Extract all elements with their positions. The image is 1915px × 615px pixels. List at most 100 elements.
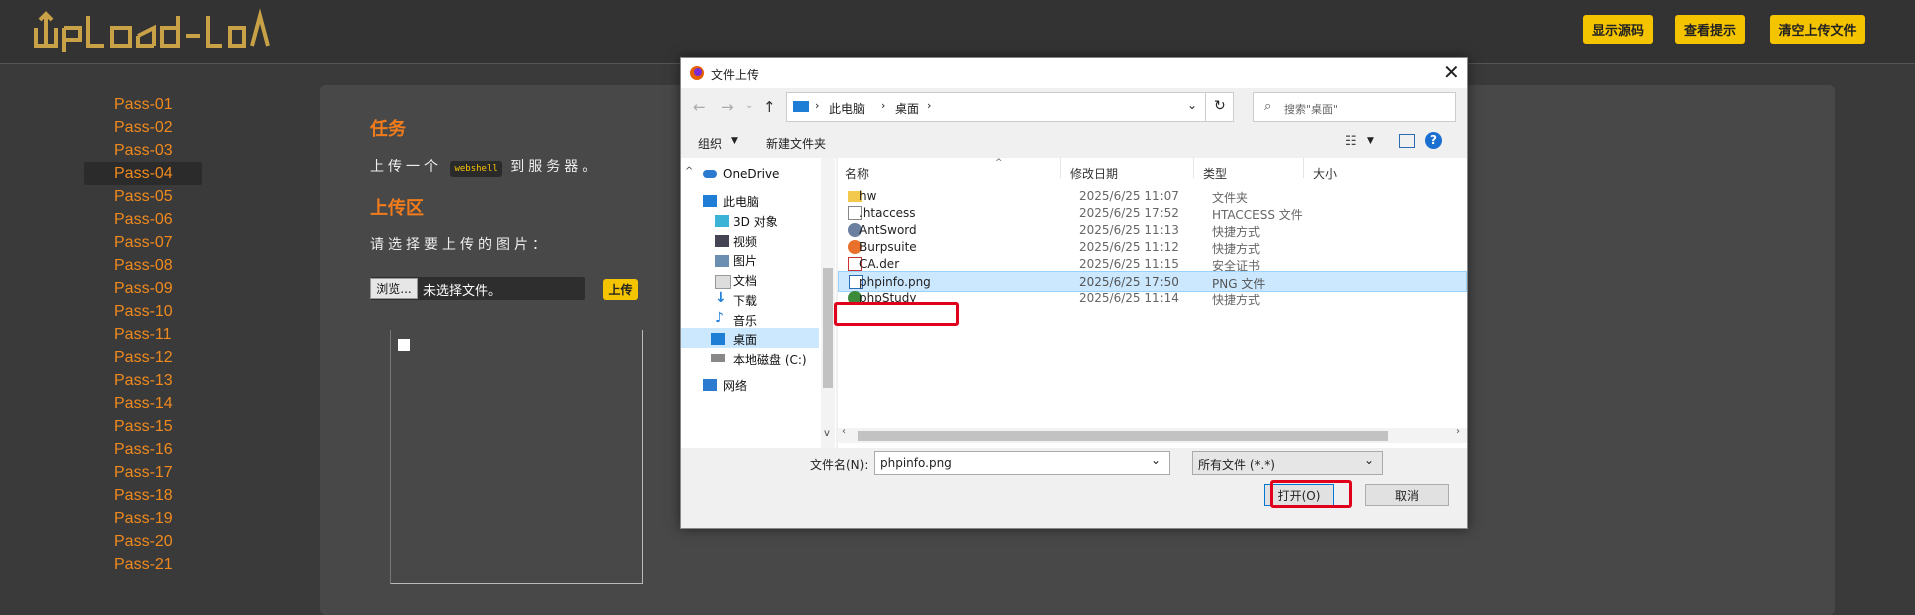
nav-scrollbar-thumb[interactable]: [823, 268, 833, 388]
column-size[interactable]: 大小: [1313, 165, 1337, 182]
sidebar-item-pass-01[interactable]: Pass-01: [84, 93, 202, 116]
view-dropdown-icon[interactable]: ▼: [1367, 136, 1374, 146]
chevron-down-icon[interactable]: ⌄: [1151, 453, 1161, 467]
sidebar-item-pass-08[interactable]: Pass-08: [84, 254, 202, 277]
file-name: Burpsuite: [859, 240, 917, 254]
back-arrow-icon[interactable]: ←: [693, 98, 706, 116]
organize-menu[interactable]: 组织: [698, 135, 722, 152]
nav-3d-objects[interactable]: 3D 对象: [733, 213, 778, 230]
highlight-open-annotation: [1270, 480, 1352, 508]
horizontal-scrollbar-thumb[interactable]: [858, 431, 1388, 441]
new-folder-button[interactable]: 新建文件夹: [766, 135, 826, 152]
upload-heading: 上传区: [370, 198, 424, 218]
scroll-up-icon[interactable]: ^: [685, 166, 693, 177]
filetype-select[interactable]: 所有文件 (*.*) ⌄: [1192, 451, 1383, 475]
column-divider: [1060, 158, 1061, 178]
sidebar-item-pass-10[interactable]: Pass-10: [84, 300, 202, 323]
dialog-bottom-bar: 文件名(N): phpinfo.png ⌄ 所有文件 (*.*) ⌄ 打开(O)…: [681, 448, 1467, 528]
cloud-icon: [703, 170, 717, 178]
preview-pane-icon[interactable]: [1399, 134, 1415, 148]
close-icon[interactable]: ✕: [1443, 60, 1460, 84]
task-heading: 任务: [370, 119, 406, 139]
logo-mark: [34, 8, 270, 52]
scroll-right-icon[interactable]: ›: [1456, 426, 1460, 437]
nav-downloads[interactable]: 下载: [733, 292, 757, 309]
file-date: 2025/6/25 17:52: [1079, 206, 1179, 220]
sidebar-item-pass-11[interactable]: Pass-11: [84, 323, 202, 346]
breadcrumb-desktop[interactable]: 桌面: [895, 100, 919, 117]
file-list-pane: ^ 名称 修改日期 类型 大小 hw 2025/6/25 11:07 文件夹 .…: [834, 158, 1467, 448]
column-name[interactable]: 名称: [845, 165, 869, 182]
file-type: 快捷方式: [1212, 293, 1261, 307]
chevron-down-icon[interactable]: ⌄: [1187, 98, 1197, 112]
sidebar-item-pass-06[interactable]: Pass-06: [84, 208, 202, 231]
nav-onedrive[interactable]: OneDrive: [723, 167, 779, 181]
file-name: CA.der: [859, 257, 900, 271]
sidebar-item-pass-09[interactable]: Pass-09: [84, 277, 202, 300]
show-source-button[interactable]: 显示源码: [1583, 15, 1653, 44]
filename-input[interactable]: phpinfo.png ⌄: [874, 451, 1170, 475]
download-arrow-icon: ↓: [715, 290, 727, 306]
sidebar-item-pass-07[interactable]: Pass-07: [84, 231, 202, 254]
file-upload-dialog: 文件上传 ✕ ← → ⌄ ↑ › 此电脑 › 桌面 › ⌄ ↻ ⌕ 搜索"桌面"…: [680, 57, 1468, 529]
scroll-left-icon[interactable]: ‹: [842, 426, 846, 437]
refresh-icon[interactable]: ↻: [1214, 98, 1226, 114]
recent-chevron-icon[interactable]: ⌄: [745, 100, 753, 111]
column-divider: [1303, 158, 1304, 178]
view-hint-button[interactable]: 查看提示: [1675, 15, 1745, 44]
nav-this-pc[interactable]: 此电脑: [723, 193, 759, 210]
nav-network[interactable]: 网络: [723, 377, 747, 394]
dialog-title: 文件上传: [711, 68, 760, 82]
forward-arrow-icon[interactable]: →: [721, 98, 734, 116]
scroll-down-icon[interactable]: v: [824, 428, 830, 439]
sidebar-item-pass-19[interactable]: Pass-19: [84, 507, 202, 530]
browse-button[interactable]: 浏览...: [370, 278, 418, 299]
breadcrumb-this-pc[interactable]: 此电脑: [829, 100, 865, 117]
chevron-down-icon[interactable]: ⌄: [1364, 453, 1374, 467]
file-input[interactable]: 浏览... 未选择文件。: [370, 277, 585, 300]
sidebar-item-pass-16[interactable]: Pass-16: [84, 438, 202, 461]
sidebar-item-pass-18[interactable]: Pass-18: [84, 484, 202, 507]
document-icon: [715, 275, 731, 289]
sidebar-item-pass-14[interactable]: Pass-14: [84, 392, 202, 415]
sidebar-item-pass-13[interactable]: Pass-13: [84, 369, 202, 392]
help-icon[interactable]: ?: [1425, 132, 1442, 149]
task-text-before: 上传一个: [370, 159, 442, 175]
search-input[interactable]: ⌕ 搜索"桌面": [1253, 92, 1456, 122]
nav-music[interactable]: 音乐: [733, 312, 757, 329]
column-divider: [1193, 158, 1194, 178]
highlight-file-annotation: [834, 302, 959, 326]
column-type[interactable]: 类型: [1203, 165, 1227, 182]
up-arrow-icon[interactable]: ↑: [763, 98, 776, 116]
nav-desktop[interactable]: 桌面: [733, 331, 757, 348]
sidebar-item-pass-02[interactable]: Pass-02: [84, 116, 202, 139]
clear-uploads-button[interactable]: 清空上传文件: [1770, 15, 1865, 44]
upload-button[interactable]: 上传: [603, 279, 638, 300]
nav-pictures[interactable]: 图片: [733, 252, 757, 269]
video-icon: [715, 235, 729, 247]
breadcrumb-separator-icon: ›: [927, 99, 932, 112]
file-date: 2025/6/25 11:13: [1079, 223, 1179, 237]
sidebar-item-pass-04[interactable]: Pass-04: [84, 162, 202, 185]
sidebar-item-pass-21[interactable]: Pass-21: [84, 553, 202, 576]
sidebar-item-pass-03[interactable]: Pass-03: [84, 139, 202, 162]
sidebar-item-pass-17[interactable]: Pass-17: [84, 461, 202, 484]
search-placeholder: 搜索"桌面": [1284, 103, 1339, 116]
sidebar-item-pass-12[interactable]: Pass-12: [84, 346, 202, 369]
dialog-titlebar: 文件上传 ✕: [681, 58, 1467, 88]
address-bar[interactable]: › 此电脑 › 桌面 › ⌄ ↻: [786, 92, 1234, 122]
nav-videos[interactable]: 视频: [733, 233, 757, 250]
sidebar-item-pass-20[interactable]: Pass-20: [84, 530, 202, 553]
sort-ascending-icon: ^: [995, 158, 1003, 168]
file-name: AntSword: [859, 223, 917, 237]
nav-local-disk[interactable]: 本地磁盘 (C:): [733, 351, 807, 368]
view-options-icon[interactable]: ☷: [1345, 134, 1357, 149]
sidebar-item-pass-05[interactable]: Pass-05: [84, 185, 202, 208]
column-modified[interactable]: 修改日期: [1070, 165, 1118, 182]
sidebar-item-pass-15[interactable]: Pass-15: [84, 415, 202, 438]
nav-documents[interactable]: 文档: [733, 272, 757, 289]
navigation-pane: ^ OneDrive 此电脑 3D 对象 视频 图片 文档 ↓ 下载 ♪ 音乐 …: [681, 158, 836, 448]
cancel-button[interactable]: 取消: [1365, 484, 1449, 506]
broken-image-icon: [398, 339, 410, 351]
music-note-icon: ♪: [715, 310, 724, 326]
